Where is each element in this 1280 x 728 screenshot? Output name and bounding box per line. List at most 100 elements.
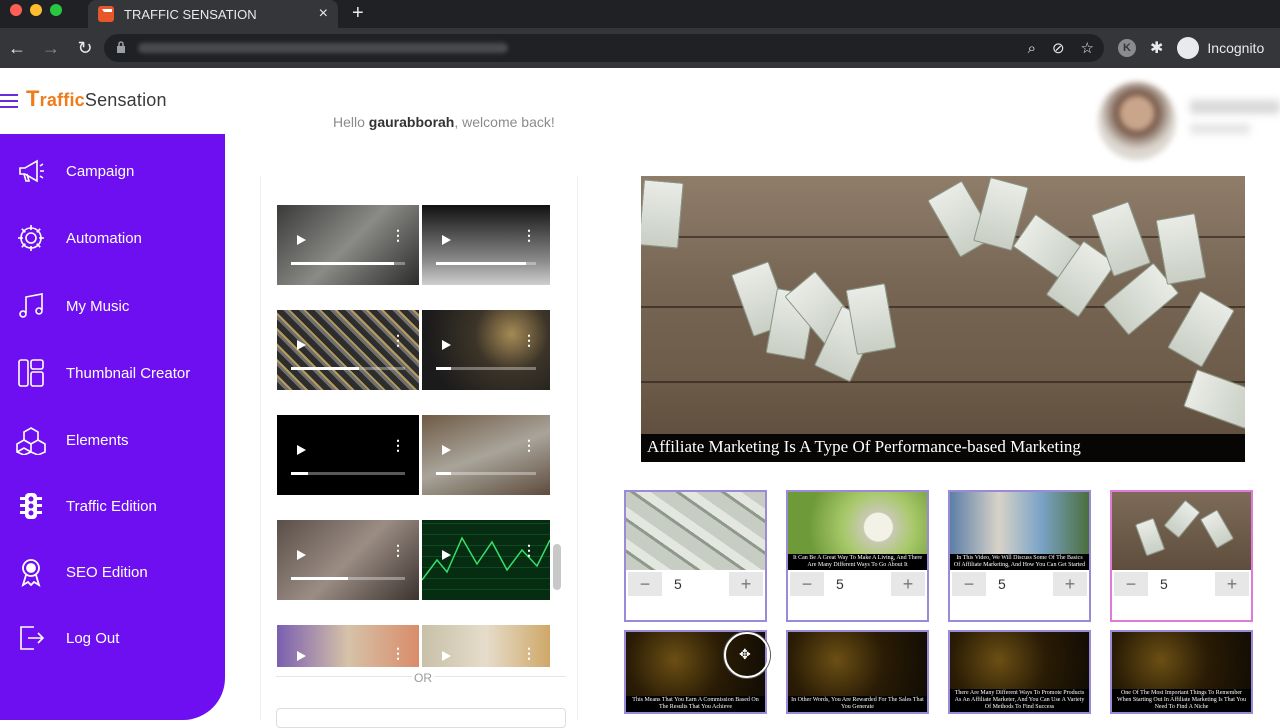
scene-caption: It Can Be A Great Way To Make A Living, … xyxy=(788,554,927,570)
play-icon[interactable] xyxy=(442,235,451,245)
scene-caption: There Are Many Different Ways To Promote… xyxy=(950,689,1089,712)
scene-card[interactable]: In Other Words, You Are Rewarded For The… xyxy=(786,630,929,714)
video-thumbnail[interactable]: ⋮ xyxy=(277,415,419,495)
scene-card-selected[interactable]: − 5 + xyxy=(1110,490,1253,622)
decrease-button[interactable]: − xyxy=(952,572,986,596)
scene-card[interactable]: There Are Many Different Ways To Promote… xyxy=(948,630,1091,714)
user-avatar[interactable] xyxy=(1098,82,1176,160)
more-options-icon[interactable]: ⋮ xyxy=(522,646,536,660)
scene-preview[interactable]: Affiliate Marketing Is A Type Of Perform… xyxy=(641,176,1245,462)
more-options-icon[interactable]: ⋮ xyxy=(391,543,405,557)
zoom-icon[interactable]: ⌕ xyxy=(1028,40,1036,57)
more-options-icon[interactable]: ⋮ xyxy=(522,228,536,242)
video-progress[interactable] xyxy=(291,577,405,580)
play-icon[interactable] xyxy=(442,445,451,455)
scene-thumbnail[interactable]: In This Video, We Will Discuss Some Of T… xyxy=(950,492,1089,570)
upload-field[interactable] xyxy=(276,708,566,728)
sidebar-item-seo-edition[interactable]: SEO Edition xyxy=(0,550,225,594)
window-controls xyxy=(10,4,62,16)
duration-stepper: − 5 + xyxy=(790,572,925,596)
duration-value[interactable]: 5 xyxy=(986,576,1053,592)
scene-card[interactable]: − 5 + xyxy=(624,490,767,622)
increase-button[interactable]: + xyxy=(1053,572,1087,596)
minimize-window-button[interactable] xyxy=(30,4,42,16)
more-options-icon[interactable]: ⋮ xyxy=(522,333,536,347)
menu-hamburger-icon[interactable] xyxy=(0,94,18,112)
more-options-icon[interactable]: ⋮ xyxy=(391,228,405,242)
video-thumbnail[interactable]: ⋮ xyxy=(277,310,419,390)
decrease-button[interactable]: − xyxy=(628,572,662,596)
play-icon[interactable] xyxy=(297,550,306,560)
play-icon[interactable] xyxy=(442,651,451,661)
traffic-light-icon xyxy=(14,489,48,523)
video-thumbnail[interactable]: ⋮ xyxy=(422,415,550,495)
video-thumbnail[interactable]: ⋮ xyxy=(277,520,419,600)
back-icon[interactable]: ← xyxy=(0,38,34,59)
play-icon[interactable] xyxy=(297,235,306,245)
more-options-icon[interactable]: ⋮ xyxy=(522,543,536,557)
video-progress[interactable] xyxy=(291,367,405,370)
sidebar-item-thumbnail-creator[interactable]: Thumbnail Creator xyxy=(0,351,225,395)
scene-caption: One Of The Most Important Things To Reme… xyxy=(1112,689,1251,712)
scene-card[interactable]: It Can Be A Great Way To Make A Living, … xyxy=(786,490,929,622)
increase-button[interactable]: + xyxy=(891,572,925,596)
address-bar[interactable]: ⌕ ⊘ ☆ xyxy=(104,34,1104,62)
sidebar-item-elements[interactable]: Elements xyxy=(0,418,225,462)
duration-value[interactable]: 5 xyxy=(662,576,729,592)
sidebar-item-campaign[interactable]: Campaign xyxy=(0,149,225,193)
increase-button[interactable]: + xyxy=(729,572,763,596)
browser-tab[interactable]: TRAFFIC SENSATION × xyxy=(88,0,338,28)
video-thumbnail[interactable]: ⋮ xyxy=(422,310,550,390)
extensions-puzzle-icon[interactable]: ✱ xyxy=(1150,38,1163,58)
play-icon[interactable] xyxy=(442,550,451,560)
play-icon[interactable] xyxy=(297,340,306,350)
sidebar-item-label: Traffic Edition xyxy=(66,497,157,515)
more-options-icon[interactable]: ⋮ xyxy=(522,438,536,452)
scene-thumbnail[interactable]: It Can Be A Great Way To Make A Living, … xyxy=(788,492,927,570)
duration-value[interactable]: 5 xyxy=(1148,576,1215,592)
scene-card[interactable]: In This Video, We Will Discuss Some Of T… xyxy=(948,490,1091,622)
scene-thumbnail[interactable] xyxy=(626,492,765,570)
sidebar-item-automation[interactable]: Automation xyxy=(0,216,225,260)
reload-icon[interactable]: ↻ xyxy=(68,38,102,59)
more-options-icon[interactable]: ⋮ xyxy=(391,646,405,660)
increase-button[interactable]: + xyxy=(1215,572,1249,596)
extension-k-icon[interactable]: K xyxy=(1118,39,1136,57)
more-options-icon[interactable]: ⋮ xyxy=(391,333,405,347)
award-icon xyxy=(14,555,48,589)
eye-off-icon[interactable]: ⊘ xyxy=(1052,39,1065,57)
decrease-button[interactable]: − xyxy=(1114,572,1148,596)
duration-value[interactable]: 5 xyxy=(824,576,891,592)
video-progress[interactable] xyxy=(436,367,536,370)
gear-icon xyxy=(14,221,48,255)
maximize-window-button[interactable] xyxy=(50,4,62,16)
play-icon[interactable] xyxy=(442,340,451,350)
play-icon[interactable] xyxy=(297,651,306,661)
sidebar-item-label: Log Out xyxy=(66,629,120,647)
video-progress[interactable] xyxy=(436,262,536,265)
video-list-scrollbar[interactable] xyxy=(553,544,561,590)
close-window-button[interactable] xyxy=(10,4,22,16)
video-thumbnail[interactable]: ⋮ xyxy=(422,520,550,600)
scene-thumbnail[interactable] xyxy=(1112,492,1251,570)
video-progress[interactable] xyxy=(436,472,536,475)
forward-icon[interactable]: → xyxy=(34,38,68,59)
bookmark-star-icon[interactable]: ☆ xyxy=(1081,39,1094,57)
scene-card[interactable]: One Of The Most Important Things To Reme… xyxy=(1110,630,1253,714)
video-thumbnail[interactable]: ⋮ xyxy=(277,625,419,667)
video-thumbnail[interactable]: ⋮ xyxy=(422,625,550,667)
video-progress[interactable] xyxy=(291,472,405,475)
sidebar-item-my-music[interactable]: My Music xyxy=(0,284,225,328)
video-thumbnail[interactable]: ⋮ xyxy=(277,205,419,285)
new-tab-button[interactable]: + xyxy=(352,2,364,25)
play-icon[interactable] xyxy=(297,445,306,455)
decrease-button[interactable]: − xyxy=(790,572,824,596)
video-progress[interactable] xyxy=(291,262,405,265)
more-options-icon[interactable]: ⋮ xyxy=(391,438,405,452)
video-thumbnail[interactable]: ⋮ xyxy=(422,205,550,285)
tab-close-icon[interactable]: × xyxy=(319,5,328,23)
sidebar-item-label: My Music xyxy=(66,297,130,315)
sidebar-item-log-out[interactable]: Log Out xyxy=(0,616,225,660)
incognito-indicator[interactable]: Incognito xyxy=(1177,37,1264,59)
sidebar-item-traffic-edition[interactable]: Traffic Edition xyxy=(0,484,225,528)
